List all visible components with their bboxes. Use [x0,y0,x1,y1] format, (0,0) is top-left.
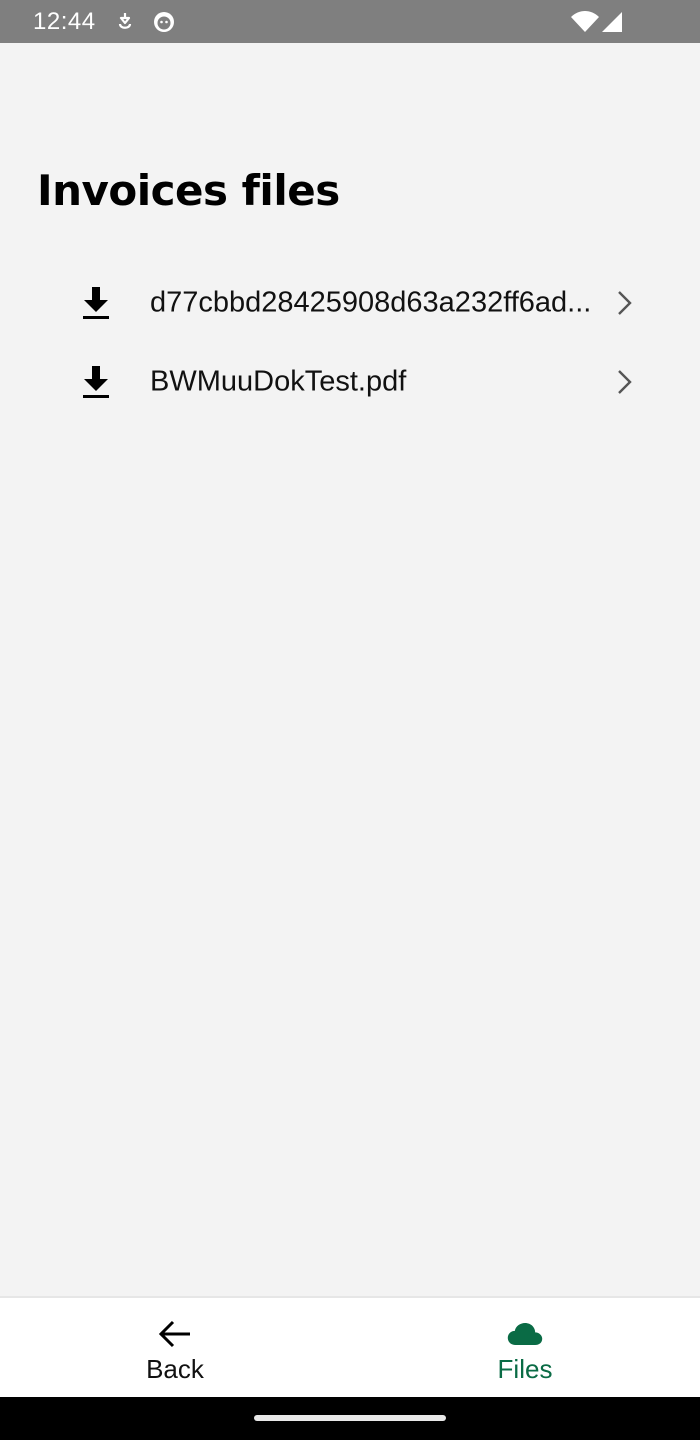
status-bar: 12:44 [0,0,700,43]
wifi-icon [570,10,600,34]
files-label: Files [497,1354,553,1384]
file-row[interactable]: d77cbbd28425908d63a232ff6ad... [60,263,650,342]
download-icon[interactable] [80,285,112,321]
chevron-right-icon[interactable] [612,368,636,396]
chevron-right-icon[interactable] [612,289,636,317]
back-button[interactable]: Back [0,1298,350,1397]
cloud-icon [507,1316,543,1352]
cat-face-icon [152,10,176,34]
file-name: d77cbbd28425908d63a232ff6ad... [150,286,592,318]
home-handle[interactable] [254,1415,446,1421]
download-icon[interactable] [80,364,112,400]
system-nav-bar [0,1397,700,1440]
file-row[interactable]: BWMuuDokTest.pdf [60,342,650,421]
files-tab[interactable]: Files [350,1298,700,1397]
bottom-nav: Back Files [0,1296,700,1397]
notification-icon [113,10,137,34]
file-name: BWMuuDokTest.pdf [150,365,407,397]
back-label: Back [146,1354,204,1384]
file-list: d77cbbd28425908d63a232ff6ad... BWMuuDokT… [60,263,650,421]
status-time: 12:44 [33,8,96,35]
page-title: Invoices files [37,166,340,215]
cell-signal-icon [600,10,624,34]
arrow-left-icon [157,1316,193,1352]
